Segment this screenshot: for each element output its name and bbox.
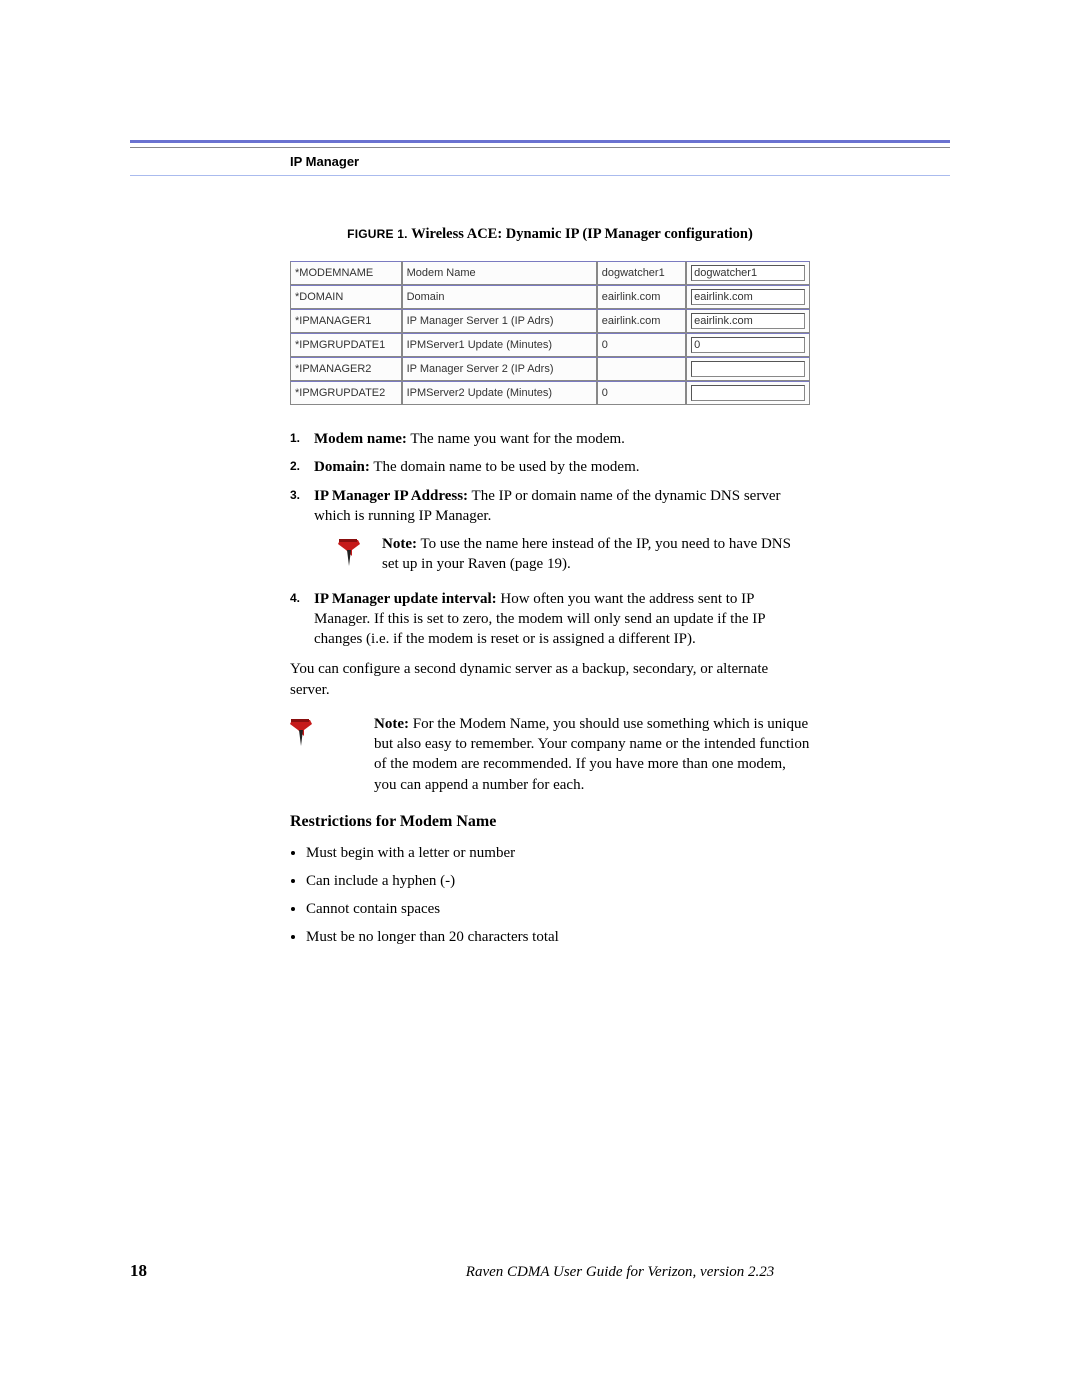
list-item: 4. IP Manager update interval: How often…: [290, 589, 810, 650]
domain-input[interactable]: [691, 289, 805, 305]
value-cell: 0: [597, 381, 686, 405]
footer-doc-title: Raven CDMA User Guide for Verizon, versi…: [290, 1264, 950, 1281]
table-row: *MODEMNAME Modem Name dogwatcher1: [290, 261, 810, 285]
list-item: Must be no longer than 20 characters tot…: [306, 925, 810, 949]
item-text: The domain name to be used by the modem.: [370, 459, 640, 475]
note-body: For the Modem Name, you should use somet…: [374, 716, 809, 793]
table-row: *IPMANAGER2 IP Manager Server 2 (IP Adrs…: [290, 357, 810, 381]
value-cell: 0: [597, 333, 686, 357]
term: Domain:: [314, 459, 370, 475]
pushpin-icon: [290, 714, 334, 795]
param-cell: *DOMAIN: [290, 285, 402, 309]
value-cell: eairlink.com: [597, 285, 686, 309]
list-item: 2. Domain: The domain name to be used by…: [290, 457, 810, 477]
ipmgrupdate2-input[interactable]: [691, 385, 805, 401]
ipmanager2-input[interactable]: [691, 361, 805, 377]
note-prefix: Note:: [374, 716, 409, 732]
paragraph: You can configure a second dynamic serve…: [290, 659, 810, 700]
desc-cell: IP Manager Server 2 (IP Adrs): [402, 357, 597, 381]
figure-title: Wireless ACE: Dynamic IP (IP Manager con…: [411, 226, 753, 242]
item-number: 3.: [290, 487, 300, 503]
header-underline: [130, 175, 950, 176]
pushpin-icon: [338, 534, 382, 575]
param-cell: *IPMGRUPDATE2: [290, 381, 402, 405]
list-item: 1. Modem name: The name you want for the…: [290, 429, 810, 449]
top-rule-thin: [130, 147, 950, 148]
value-cell: eairlink.com: [597, 309, 686, 333]
running-head: IP Manager: [290, 154, 950, 169]
restrictions-heading: Restrictions for Modem Name: [290, 813, 810, 831]
top-rule-thick: [130, 140, 950, 143]
desc-cell: IPMServer2 Update (Minutes): [402, 381, 597, 405]
instruction-list: 1. Modem name: The name you want for the…: [290, 429, 810, 649]
modemname-input[interactable]: [691, 265, 805, 281]
value-cell: dogwatcher1: [597, 261, 686, 285]
param-cell: *MODEMNAME: [290, 261, 402, 285]
item-number: 1.: [290, 430, 300, 446]
desc-cell: Modem Name: [402, 261, 597, 285]
table-row: *IPMGRUPDATE1 IPMServer1 Update (Minutes…: [290, 333, 810, 357]
list-item: Can include a hyphen (-): [306, 869, 810, 893]
table-row: *IPMGRUPDATE2 IPMServer2 Update (Minutes…: [290, 381, 810, 405]
term: Modem name:: [314, 431, 407, 447]
desc-cell: IP Manager Server 1 (IP Adrs): [402, 309, 597, 333]
note-block: Note: To use the name here instead of th…: [338, 534, 810, 575]
list-item: 3. IP Manager IP Address: The IP or doma…: [290, 486, 810, 575]
table-row: *IPMANAGER1 IP Manager Server 1 (IP Adrs…: [290, 309, 810, 333]
config-table: *MODEMNAME Modem Name dogwatcher1 *DOMAI…: [290, 261, 810, 405]
param-cell: *IPMANAGER2: [290, 357, 402, 381]
list-item: Cannot contain spaces: [306, 897, 810, 921]
term: IP Manager update interval:: [314, 591, 497, 607]
list-item: Must begin with a letter or number: [306, 841, 810, 865]
ipmgrupdate1-input[interactable]: [691, 337, 805, 353]
desc-cell: IPMServer1 Update (Minutes): [402, 333, 597, 357]
value-cell: [597, 357, 686, 381]
item-text: The name you want for the modem.: [407, 431, 625, 447]
table-row: *DOMAIN Domain eairlink.com: [290, 285, 810, 309]
restrictions-list: Must begin with a letter or number Can i…: [306, 841, 810, 949]
param-cell: *IPMGRUPDATE1: [290, 333, 402, 357]
note-body: To use the name here instead of the IP, …: [382, 536, 791, 572]
note-prefix: Note:: [382, 536, 417, 552]
figure-caption: FIGURE 1. Wireless ACE: Dynamic IP (IP M…: [290, 226, 810, 243]
page-footer: 18 Raven CDMA User Guide for Verizon, ve…: [130, 1261, 950, 1281]
note-text: Note: For the Modem Name, you should use…: [374, 714, 810, 795]
term: IP Manager IP Address:: [314, 488, 468, 504]
desc-cell: Domain: [402, 285, 597, 309]
note-text: Note: To use the name here instead of th…: [382, 534, 810, 575]
param-cell: *IPMANAGER1: [290, 309, 402, 333]
figure-label: FIGURE 1.: [347, 227, 407, 241]
note-block: Note: For the Modem Name, you should use…: [290, 714, 810, 795]
ipmanager1-input[interactable]: [691, 313, 805, 329]
item-number: 2.: [290, 458, 300, 474]
item-number: 4.: [290, 590, 300, 606]
page-number: 18: [130, 1261, 290, 1281]
